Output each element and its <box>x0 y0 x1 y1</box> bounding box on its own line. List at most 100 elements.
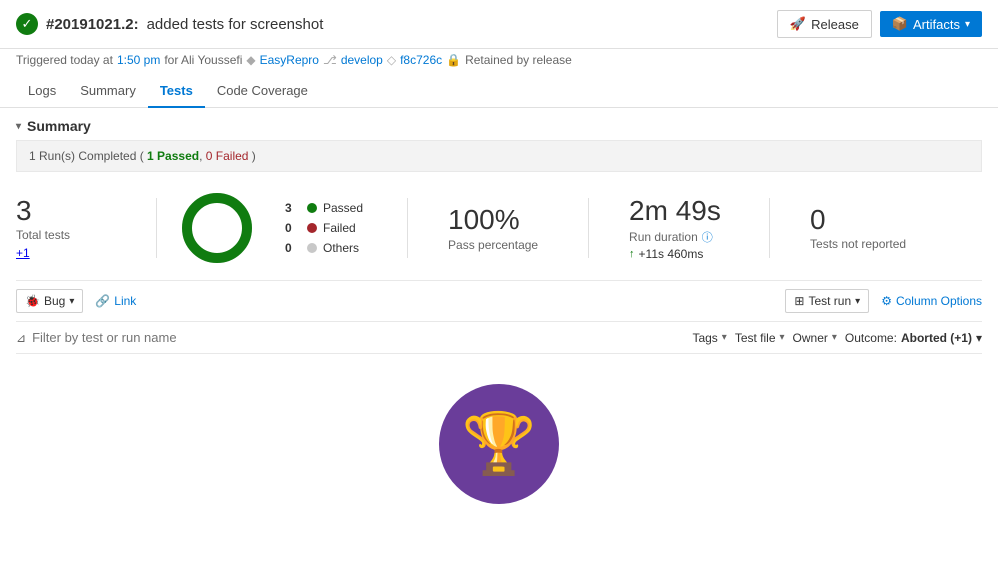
info-icon[interactable]: ⓘ <box>702 229 713 245</box>
chart-block: 3 Passed 0 Failed 0 Others <box>177 188 363 268</box>
retained-text: Retained by release <box>465 53 572 67</box>
sep3: ◇ <box>387 53 396 67</box>
toolbar-row: 🐞 Bug ▾ 🔗 Link ⊞ Test run ▾ ⚙ Column Opt… <box>16 280 982 322</box>
test-run-button[interactable]: ⊞ Test run ▾ <box>785 289 869 313</box>
outcome-chevron-icon: ▾ <box>976 331 982 345</box>
repo-link[interactable]: EasyRepro <box>260 53 319 67</box>
legend-others-count: 0 <box>285 241 299 255</box>
sep4: 🔒 <box>446 53 461 67</box>
chart-legend: 3 Passed 0 Failed 0 Others <box>285 201 363 255</box>
artifacts-button-label: Artifacts <box>913 17 960 32</box>
artifacts-button[interactable]: 📦 Artifacts ▾ <box>880 11 982 37</box>
total-tests-number: 3 <box>16 196 116 227</box>
trigger-text: Triggered today at <box>16 53 113 67</box>
header-title-area: ✓ #20191021.2: added tests for screensho… <box>16 13 777 35</box>
sep1: ◆ <box>246 53 255 67</box>
failed-count: 0 Failed <box>206 149 249 163</box>
tags-chevron-icon: ▾ <box>722 332 727 343</box>
tab-logs[interactable]: Logs <box>16 75 68 108</box>
divider-2 <box>407 198 408 258</box>
filter-icon: ⊿ <box>16 331 26 345</box>
filter-right: Tags ▾ Test file ▾ Owner ▾ Outcome: Abor… <box>692 331 982 345</box>
summary-collapse-toggle[interactable]: ▾ Summary <box>16 108 982 140</box>
tests-not-reported-value: 0 <box>810 205 910 236</box>
plus-one-link[interactable]: +1 <box>16 246 30 260</box>
legend-failed: 0 Failed <box>285 221 363 235</box>
release-button-label: Release <box>811 17 859 32</box>
tab-tests[interactable]: Tests <box>148 75 205 108</box>
tags-filter[interactable]: Tags ▾ <box>692 331 726 345</box>
divider-3 <box>588 198 589 258</box>
delta-up-icon: ↑ <box>629 248 635 260</box>
toolbar-right: ⊞ Test run ▾ ⚙ Column Options <box>785 289 982 313</box>
pass-percentage-label: Pass percentage <box>448 238 548 252</box>
link-button[interactable]: 🔗 Link <box>95 290 136 312</box>
subheader: Triggered today at 1:50 pm for Ali Youss… <box>0 49 998 75</box>
filter-input[interactable] <box>32 330 692 345</box>
trophy-icon: 🏆 <box>462 414 537 474</box>
pass-percentage-block: 100% Pass percentage <box>448 204 568 252</box>
test-file-label: Test file <box>735 331 776 345</box>
test-run-icon: ⊞ <box>794 294 804 308</box>
commit-link[interactable]: f8c726c <box>400 53 442 67</box>
trigger-by: for Ali Youssefi <box>164 53 242 67</box>
stats-row: 3 Total tests +1 3 Passed <box>16 172 982 276</box>
legend-failed-count: 0 <box>285 221 299 235</box>
test-file-chevron-icon: ▾ <box>780 332 785 343</box>
tab-summary[interactable]: Summary <box>68 75 148 108</box>
summary-section-label: Summary <box>27 118 91 134</box>
legend-failed-label: Failed <box>323 221 356 235</box>
trigger-time-link[interactable]: 1:50 pm <box>117 53 160 67</box>
success-icon: ✓ <box>16 13 38 35</box>
test-file-filter[interactable]: Test file ▾ <box>735 331 785 345</box>
link-icon: 🔗 <box>95 294 110 308</box>
divider-4 <box>769 198 770 258</box>
collapse-icon: ▾ <box>16 121 21 132</box>
filter-row: ⊿ Tags ▾ Test file ▾ Owner ▾ Outcome: Ab… <box>16 322 982 354</box>
build-id: #20191021.2: <box>46 16 139 33</box>
artifact-icon: 📦 <box>892 16 908 32</box>
owner-filter[interactable]: Owner ▾ <box>793 331 837 345</box>
column-options-button[interactable]: ⚙ Column Options <box>881 290 982 312</box>
run-duration-block: 2m 49s Run duration ⓘ ↑ +11s 460ms <box>629 195 749 261</box>
failed-dot <box>307 223 317 233</box>
total-tests-block: 3 Total tests +1 <box>16 196 136 261</box>
release-button[interactable]: 🚀 Release <box>777 10 872 38</box>
column-options-icon: ⚙ <box>881 294 892 308</box>
header-actions: 🚀 Release 📦 Artifacts ▾ <box>777 10 982 38</box>
legend-passed-count: 3 <box>285 201 299 215</box>
run-duration-label: Run duration <box>629 230 698 244</box>
summary-section: ▾ Summary 1 Run(s) Completed ( 1 Passed,… <box>0 108 998 354</box>
status-bar: 1 Run(s) Completed ( 1 Passed, 0 Failed … <box>16 140 982 172</box>
filter-left: ⊿ <box>16 330 692 345</box>
passed-dot <box>307 203 317 213</box>
trophy-circle: 🏆 <box>439 384 559 504</box>
sep2: ⎇ <box>323 53 337 67</box>
pass-percentage-value: 100% <box>448 204 548 236</box>
owner-chevron-icon: ▾ <box>832 332 837 343</box>
page-header: ✓ #20191021.2: added tests for screensho… <box>0 0 998 49</box>
owner-label: Owner <box>793 331 828 345</box>
outcome-filter[interactable]: Outcome: Aborted (+1) ▾ <box>845 331 982 345</box>
tests-not-reported-label: Tests not reported <box>810 237 910 251</box>
rocket-icon: 🚀 <box>790 16 806 32</box>
outcome-label: Outcome: <box>845 331 897 345</box>
legend-others-label: Others <box>323 241 359 255</box>
others-dot <box>307 243 317 253</box>
column-options-label: Column Options <box>896 294 982 308</box>
bug-button[interactable]: 🐞 Bug ▾ <box>16 289 83 313</box>
legend-passed: 3 Passed <box>285 201 363 215</box>
legend-others: 0 Others <box>285 241 363 255</box>
tags-label: Tags <box>692 331 717 345</box>
delta-row: ↑ +11s 460ms <box>629 247 729 261</box>
nav-tabs: Logs Summary Tests Code Coverage <box>0 75 998 108</box>
link-button-label: Link <box>114 294 136 308</box>
bug-icon: 🐞 <box>25 294 40 308</box>
branch-link[interactable]: develop <box>341 53 383 67</box>
donut-svg <box>177 188 257 268</box>
build-description: added tests for screenshot <box>147 16 324 33</box>
tab-code-coverage[interactable]: Code Coverage <box>205 75 320 108</box>
divider-1 <box>156 198 157 258</box>
tests-not-reported-block: 0 Tests not reported <box>810 205 930 252</box>
run-duration-value: 2m 49s <box>629 195 729 227</box>
